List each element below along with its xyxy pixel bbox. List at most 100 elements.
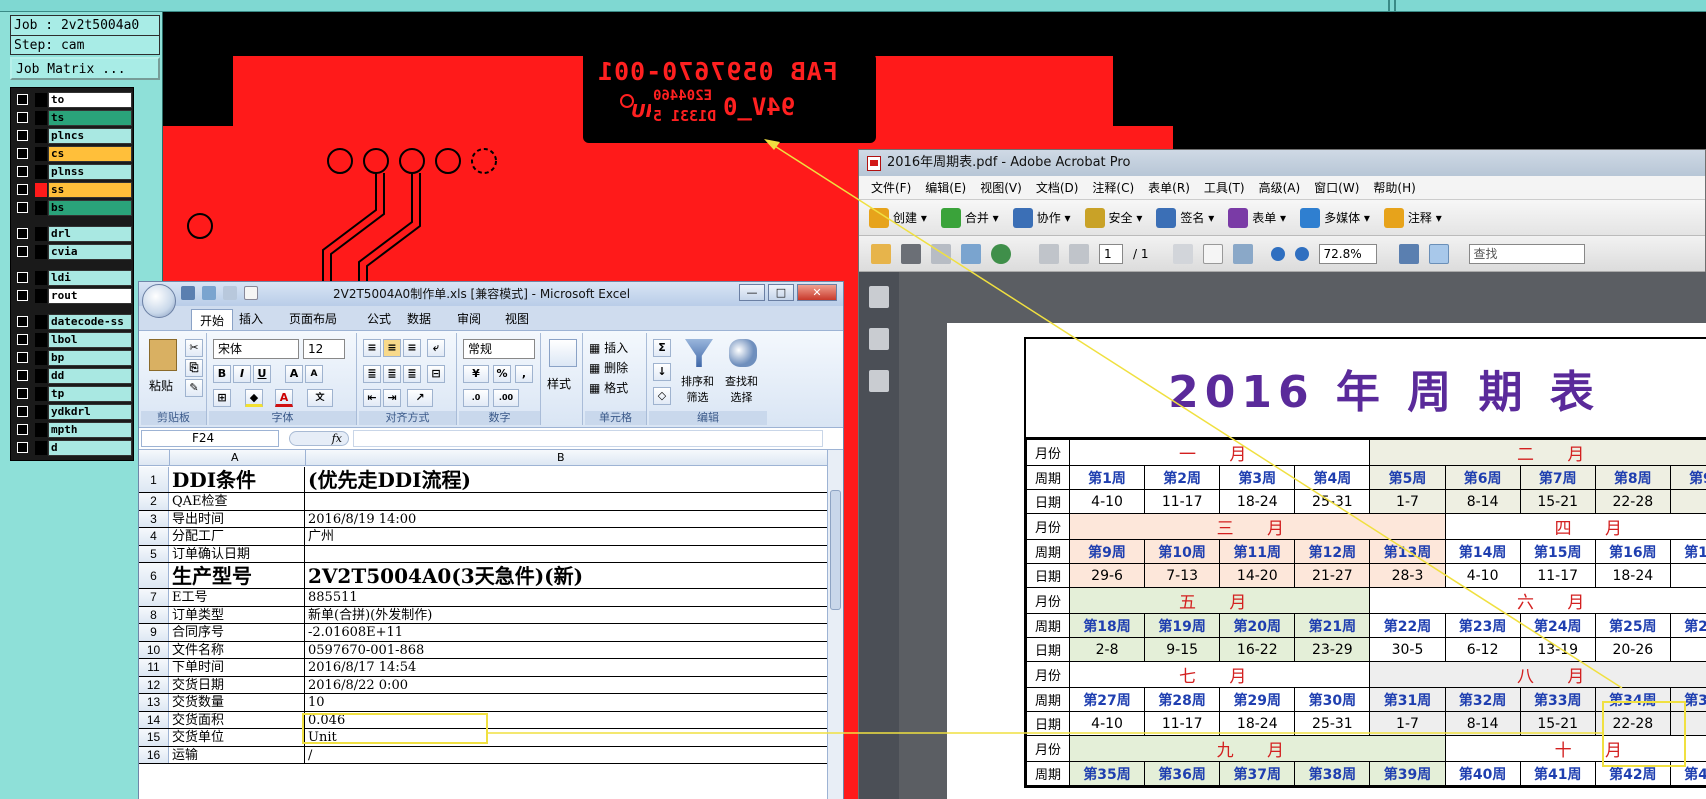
find-select-label[interactable]: 查找和 选择: [725, 373, 758, 405]
page-number-input[interactable]: 1: [1099, 243, 1123, 264]
name-box[interactable]: F24: [141, 430, 279, 447]
pages-panel-icon[interactable]: [869, 286, 889, 308]
acrobat-menu-item[interactable]: 视图(V): [980, 181, 1022, 195]
ribbon-tab[interactable]: 插入: [239, 310, 263, 327]
fill-icon[interactable]: ↓: [653, 363, 671, 381]
acrobat-task-button[interactable]: 协作 ▾: [1012, 207, 1071, 228]
layer-checkbox[interactable]: [17, 442, 28, 453]
grow-font-icon[interactable]: A: [285, 365, 303, 383]
row-number[interactable]: 9: [139, 624, 169, 641]
layer-checkbox[interactable]: [17, 316, 28, 327]
copy-icon[interactable]: ⎘: [185, 359, 203, 377]
new-document-icon[interactable]: [244, 286, 258, 300]
styles-icon[interactable]: [549, 339, 577, 367]
currency-icon[interactable]: ¥: [463, 365, 489, 383]
email-icon[interactable]: [961, 243, 981, 264]
maximize-button[interactable]: □: [768, 284, 794, 301]
cell-b[interactable]: 2V2T5004A0(3天急件)(新): [306, 563, 827, 588]
layer-checkbox[interactable]: [17, 184, 28, 195]
ribbon-tab[interactable]: 公式: [367, 310, 391, 327]
minimize-button[interactable]: —: [739, 284, 765, 301]
redo-icon[interactable]: [223, 286, 237, 300]
layer-name[interactable]: cvia: [48, 244, 132, 260]
layer-row[interactable]: rout: [11, 288, 133, 304]
acrobat-menu-item[interactable]: 表单(R): [1148, 181, 1190, 195]
zoom-level-input[interactable]: 72.8%: [1318, 243, 1377, 264]
comma-icon[interactable]: ,: [515, 365, 533, 383]
layer-name[interactable]: ydkdrl: [48, 404, 132, 420]
cell-a[interactable]: E工号: [170, 589, 305, 606]
column-header-a[interactable]: A: [231, 451, 239, 464]
layer-row[interactable]: drl: [11, 226, 133, 242]
cell-a[interactable]: 生产型号: [170, 563, 305, 588]
acrobat-task-button[interactable]: 表单 ▾: [1228, 207, 1286, 228]
insert-function-button[interactable]: fx: [289, 431, 349, 446]
layer-row[interactable]: ydkdrl: [11, 404, 133, 420]
row-number[interactable]: 11: [139, 659, 169, 676]
align-middle-icon[interactable]: ≡: [383, 339, 401, 357]
cell-a[interactable]: 订单类型: [170, 606, 305, 623]
cell-a[interactable]: 下单时间: [170, 659, 305, 676]
bookmarks-icon[interactable]: [869, 328, 889, 350]
row-number[interactable]: 8: [139, 606, 169, 623]
layer-checkbox[interactable]: [17, 202, 28, 213]
select-text-icon[interactable]: [1172, 243, 1193, 264]
formula-input[interactable]: [353, 430, 823, 447]
layer-checkbox[interactable]: [17, 94, 28, 105]
row-number[interactable]: 4: [139, 528, 169, 545]
orientation-icon[interactable]: ↗: [407, 389, 433, 407]
office-button[interactable]: [142, 284, 176, 318]
paste-icon[interactable]: [149, 339, 177, 371]
zoom-in-icon[interactable]: [1294, 246, 1309, 261]
ribbon-tab[interactable]: 审阅: [457, 310, 481, 327]
layer-name[interactable]: drl: [48, 226, 132, 242]
cell-b[interactable]: 885511: [306, 589, 827, 606]
acrobat-menu-item[interactable]: 高级(A): [1259, 181, 1301, 195]
cell-b[interactable]: [306, 493, 827, 510]
increase-decimal-icon[interactable]: .0: [463, 389, 489, 407]
percent-icon[interactable]: %: [493, 365, 511, 383]
layer-name[interactable]: mpth: [48, 422, 132, 438]
acrobat-task-button[interactable]: 签名 ▾: [1156, 207, 1214, 228]
layer-row[interactable]: mpth: [11, 422, 133, 438]
layer-row[interactable]: datecode-ss: [11, 314, 133, 330]
layer-checkbox[interactable]: [17, 166, 28, 177]
layer-checkbox[interactable]: [17, 272, 28, 283]
row-number[interactable]: 7: [139, 589, 169, 606]
layer-checkbox[interactable]: [17, 370, 28, 381]
increase-indent-icon[interactable]: ⇥: [383, 389, 401, 407]
align-top-icon[interactable]: ≡: [363, 339, 381, 357]
cell-a[interactable]: 导出时间: [170, 510, 305, 527]
ribbon-tab[interactable]: 开始: [191, 309, 234, 331]
save-icon[interactable]: [181, 286, 195, 300]
layer-row[interactable]: bs: [11, 200, 133, 216]
layer-checkbox[interactable]: [17, 148, 28, 159]
underline-icon[interactable]: U: [253, 365, 271, 383]
signatures-icon[interactable]: [869, 370, 889, 392]
layer-checkbox[interactable]: [17, 290, 28, 301]
next-page-icon[interactable]: [1069, 243, 1089, 264]
layer-name[interactable]: ldi: [48, 270, 132, 286]
row-number[interactable]: 12: [139, 676, 169, 693]
column-header-b[interactable]: B: [557, 451, 565, 464]
web-icon[interactable]: [991, 243, 1011, 264]
autosum-icon[interactable]: Σ: [653, 339, 671, 357]
cut-icon[interactable]: ✂: [185, 339, 203, 357]
sort-filter-icon[interactable]: [685, 339, 713, 367]
find-select-icon[interactable]: [729, 339, 757, 367]
cell-a[interactable]: DDI条件: [170, 467, 305, 492]
delete-cells-button[interactable]: ▦ 删除: [589, 359, 628, 376]
acrobat-menu-item[interactable]: 文件(F): [871, 181, 911, 195]
layer-row[interactable]: cs: [11, 146, 133, 162]
acrobat-menu-item[interactable]: 编辑(E): [925, 181, 966, 195]
layer-name[interactable]: dd: [48, 368, 132, 384]
acrobat-menu-item[interactable]: 注释(C): [1092, 181, 1134, 195]
acrobat-task-button[interactable]: 安全 ▾: [1084, 207, 1142, 228]
close-button[interactable]: ✕: [797, 284, 837, 301]
vertical-scrollbar[interactable]: [827, 450, 843, 799]
acrobat-menu-item[interactable]: 窗口(W): [1314, 181, 1359, 195]
find-input[interactable]: 查找: [1468, 243, 1585, 264]
row-number[interactable]: 5: [139, 545, 169, 562]
decrease-decimal-icon[interactable]: .00: [493, 389, 519, 407]
acrobat-task-button[interactable]: 多媒体 ▾: [1300, 207, 1370, 228]
